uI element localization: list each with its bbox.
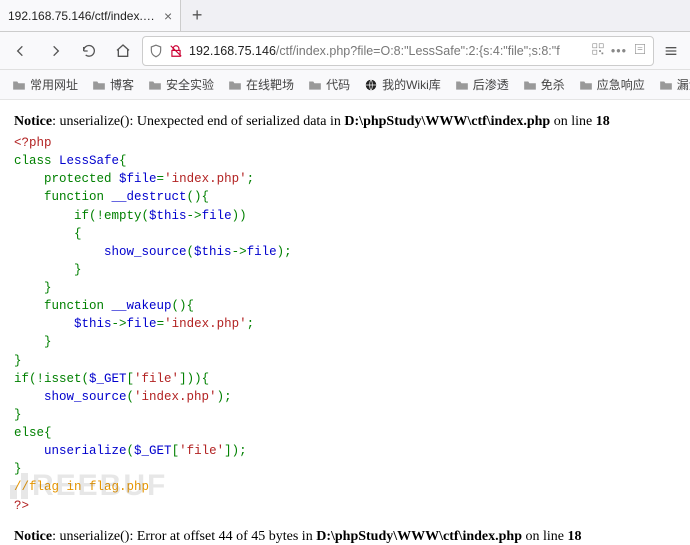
globe-icon [364, 78, 378, 92]
folder-icon [523, 79, 537, 91]
shield-icon [149, 44, 163, 58]
toolbar: 192.168.75.146/ctf/index.php?file=O:8:"L… [0, 32, 690, 70]
bookmark-item[interactable]: 我的Wiki库 [358, 73, 447, 96]
bookmark-item[interactable]: 安全实验 [142, 73, 220, 96]
bookmarks-bar: 常用网址 博客 安全实验 在线靶场 代码 我的Wiki库 后渗透 免杀 应急响应… [0, 70, 690, 100]
folder-icon [92, 79, 106, 91]
menu-button[interactable] [658, 36, 684, 66]
reader-icon[interactable] [633, 42, 647, 59]
browser-tab[interactable]: 192.168.75.146/ctf/index.php?fil × [0, 0, 181, 31]
page-actions-icon[interactable]: ••• [611, 44, 627, 58]
folder-icon [148, 79, 162, 91]
bookmark-item[interactable]: 免杀 [517, 73, 571, 96]
insecure-lock-icon [169, 44, 183, 58]
php-notice-2: Notice: unserialize(): Error at offset 4… [14, 529, 676, 545]
folder-icon [579, 79, 593, 91]
bookmark-item[interactable]: 后渗透 [449, 73, 515, 96]
folder-icon [455, 79, 469, 91]
bookmark-item[interactable]: 漏洞修复 [653, 73, 690, 96]
arrow-left-icon [13, 43, 29, 59]
url-bar[interactable]: 192.168.75.146/ctf/index.php?file=O:8:"L… [142, 36, 654, 66]
back-button[interactable] [6, 36, 36, 66]
bookmark-item[interactable]: 应急响应 [573, 73, 651, 96]
page-content: Notice: unserialize(): Unexpected end of… [0, 100, 690, 545]
arrow-right-icon [47, 43, 63, 59]
bookmark-item[interactable]: 代码 [302, 73, 356, 96]
qr-icon[interactable] [591, 42, 605, 59]
tab-title: 192.168.75.146/ctf/index.php?fil [8, 9, 158, 23]
folder-icon [228, 79, 242, 91]
php-notice-1: Notice: unserialize(): Unexpected end of… [14, 114, 676, 130]
folder-icon [659, 79, 673, 91]
home-button[interactable] [108, 36, 138, 66]
php-source: <?php class LessSafe{ protected $file='i… [14, 134, 676, 515]
reload-icon [81, 43, 97, 59]
close-tab-icon[interactable]: × [164, 9, 172, 23]
folder-icon [12, 79, 26, 91]
folder-icon [308, 79, 322, 91]
url-text: 192.168.75.146/ctf/index.php?file=O:8:"L… [189, 44, 560, 58]
home-icon [115, 43, 131, 59]
hamburger-icon [663, 43, 679, 59]
bookmark-item[interactable]: 在线靶场 [222, 73, 300, 96]
forward-button[interactable] [40, 36, 70, 66]
bookmark-item[interactable]: 博客 [86, 73, 140, 96]
bookmark-item[interactable]: 常用网址 [6, 73, 84, 96]
tab-strip: 192.168.75.146/ctf/index.php?fil × + [0, 0, 690, 32]
reload-button[interactable] [74, 36, 104, 66]
new-tab-button[interactable]: + [181, 0, 213, 31]
